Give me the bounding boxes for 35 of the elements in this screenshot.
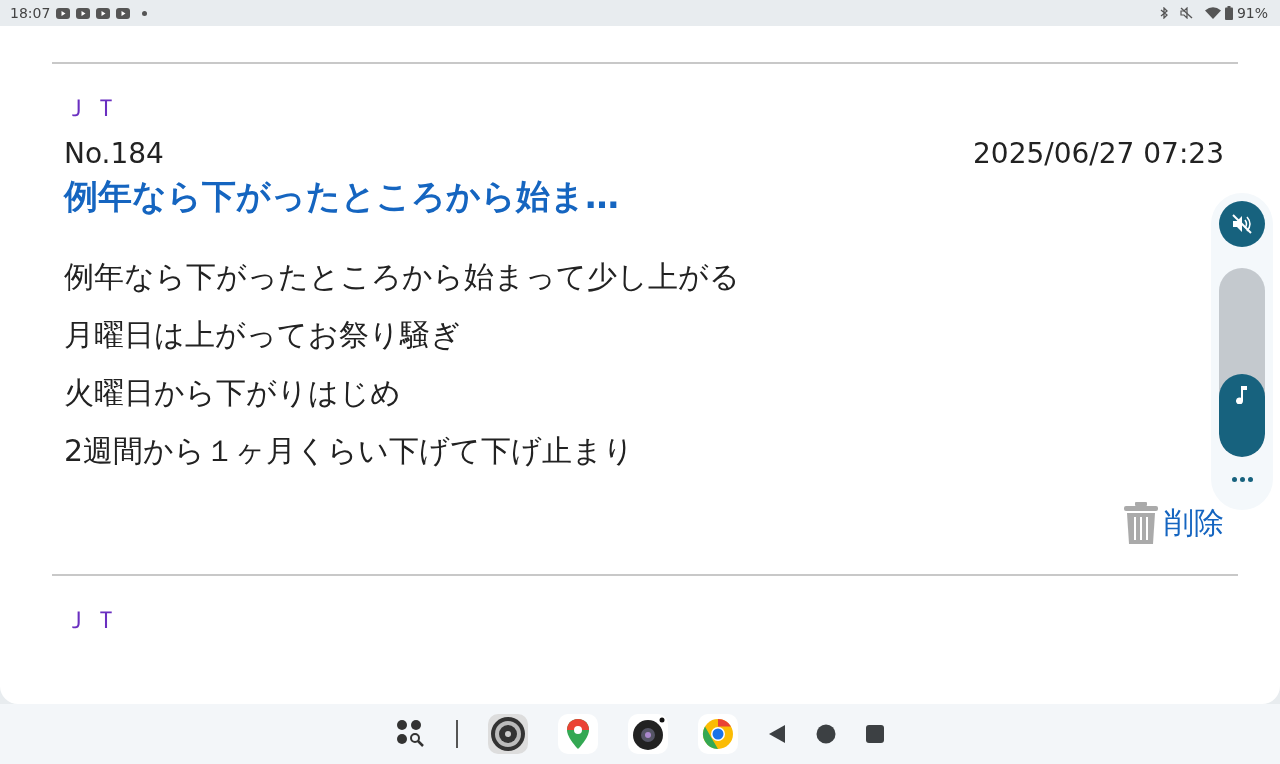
volume-slider-fill[interactable] — [1219, 373, 1265, 457]
music-note-icon — [1236, 385, 1248, 404]
post-text-line: 2週間から１ヶ月くらい下げて下げ止まり — [64, 432, 636, 470]
video-app-icon — [56, 7, 71, 19]
dot-icon — [142, 10, 148, 16]
video-app-icon — [76, 7, 91, 19]
bluetooth-icon — [1159, 7, 1168, 19]
video-app-icon — [96, 7, 111, 19]
delete-button[interactable]: 削除 — [1124, 502, 1224, 544]
app-search-icon[interactable] — [396, 719, 426, 749]
browser-app-icon[interactable] — [698, 714, 738, 754]
back-icon[interactable] — [768, 724, 786, 744]
mute-icon — [1179, 7, 1193, 19]
more-options-icon[interactable] — [1231, 477, 1253, 482]
post-number: No.184 — [64, 136, 164, 170]
post-title[interactable]: 例年なら下がったところから始ま… — [64, 174, 619, 234]
home-icon[interactable] — [816, 724, 836, 744]
mute-button[interactable] — [1219, 201, 1265, 247]
post-text-line: 例年なら下がったところから始まって少し上がる — [64, 258, 741, 296]
clock-time: 18:07 — [10, 5, 51, 21]
battery-percent: 91% — [1236, 5, 1268, 21]
muted-speaker-icon — [1231, 213, 1253, 235]
author-name: ＪＴ — [64, 605, 125, 636]
recents-icon[interactable] — [866, 725, 884, 743]
video-app-icon — [116, 7, 131, 19]
camera-app-icon[interactable] — [628, 714, 668, 754]
volume-slider[interactable] — [1219, 268, 1265, 457]
wifi-icon — [1204, 7, 1221, 19]
post-date: 2025/06/27 07:23 — [973, 136, 1224, 170]
post-text-line: 火曜日から下がりはじめ — [64, 374, 402, 412]
post-text-line: 月曜日は上がってお祭り騒ぎ — [64, 316, 462, 354]
trash-icon — [1124, 502, 1158, 544]
map-pin-app-icon[interactable] — [558, 714, 598, 754]
battery-icon — [1224, 6, 1233, 20]
author-name: ＪＴ — [64, 93, 125, 124]
